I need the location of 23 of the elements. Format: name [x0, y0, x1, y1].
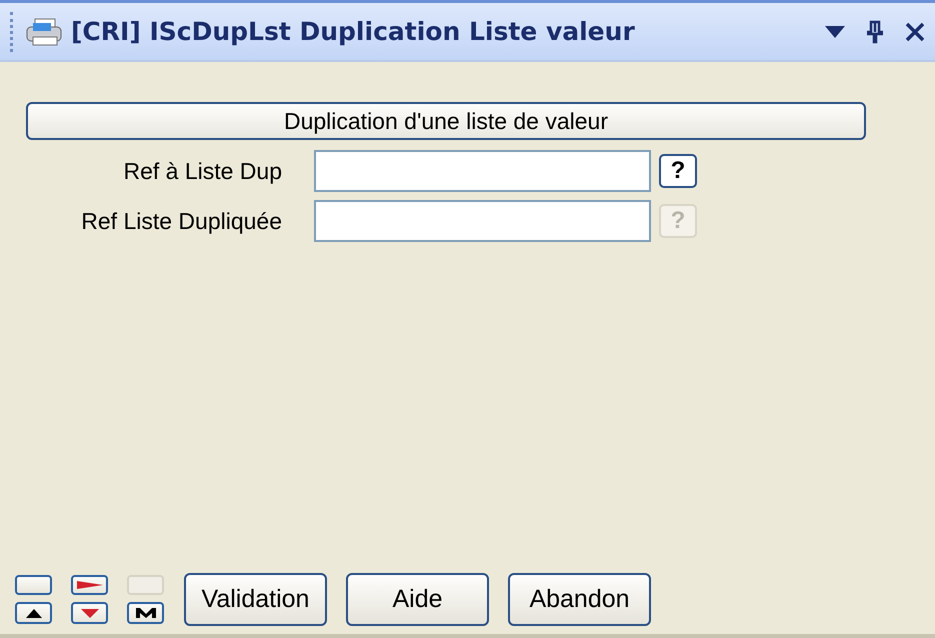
up-triangle-icon [26, 608, 42, 618]
field-label: Ref à Liste Dup [122, 158, 282, 184]
nav-button[interactable] [15, 575, 52, 595]
action-button[interactable]: Aide [346, 573, 489, 626]
action-button[interactable]: Abandon [508, 573, 651, 626]
input-field[interactable] [314, 200, 651, 242]
field-label: Ref Liste Dupliquée [80, 208, 282, 234]
m-glyph-icon [136, 608, 156, 618]
printer-icon [25, 16, 63, 46]
input-field[interactable] [314, 150, 651, 192]
action-button[interactable]: Validation [184, 573, 327, 626]
pin-icon[interactable] [867, 20, 883, 44]
wedge-arrow-icon [76, 581, 102, 589]
close-icon[interactable] [905, 22, 925, 42]
down-triangle-icon [80, 608, 98, 618]
nav-button[interactable] [71, 575, 108, 595]
help-button[interactable]: ? [659, 154, 697, 188]
nav-button[interactable] [71, 602, 108, 624]
nav-button[interactable] [15, 602, 52, 624]
duplicate-list-button[interactable]: Duplication d'une liste de valeur [26, 102, 866, 140]
dropdown-icon[interactable] [825, 26, 845, 38]
nav-button[interactable] [127, 602, 164, 624]
window-title: [CRI] IScDupLst Duplication Liste valeur [71, 17, 636, 46]
